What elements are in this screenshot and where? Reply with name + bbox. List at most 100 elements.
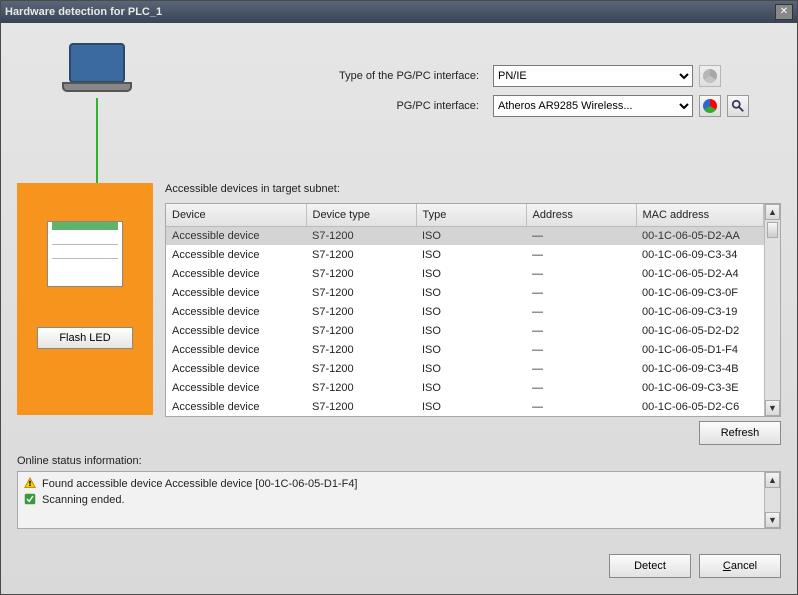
interface-form: Type of the PG/PC interface: PN/IE PG/PC… (177, 35, 781, 183)
color-circle-icon (703, 99, 717, 113)
table-cell: — (526, 378, 636, 397)
titlebar: Hardware detection for PLC_1 ✕ (1, 1, 797, 23)
table-cell: ISO (416, 245, 526, 264)
col-device-type[interactable]: Device type (306, 204, 416, 226)
table-cell: ISO (416, 359, 526, 378)
refresh-button[interactable]: Refresh (699, 421, 781, 445)
wire-icon (96, 98, 98, 183)
table-cell: Accessible device (166, 378, 306, 397)
table-cell: 00-1C-06-05-D2-AA (636, 226, 764, 245)
table-cell: 00-1C-06-09-C3-19 (636, 302, 764, 321)
table-cell: 00-1C-06-05-D1-F4 (636, 340, 764, 359)
cancel-button[interactable]: Cancel (699, 554, 781, 578)
table-cell: 00-1C-06-05-D2-D2 (636, 321, 764, 340)
devices-caption: Accessible devices in target subnet: (165, 183, 781, 195)
table-cell: Accessible device (166, 283, 306, 302)
table-cell: 00-1C-06-05-D2-C6 (636, 397, 764, 416)
status-text: Found accessible device Accessible devic… (42, 478, 358, 490)
check-icon (24, 493, 36, 508)
devices-table-area: Accessible devices in target subnet: Dev… (165, 183, 781, 445)
table-cell: ISO (416, 378, 526, 397)
table-cell: Accessible device (166, 245, 306, 264)
table-cell: S7-1200 (306, 340, 416, 359)
table-cell: S7-1200 (306, 397, 416, 416)
mid-row: Flash LED Accessible devices in target s… (17, 183, 781, 445)
table-cell: S7-1200 (306, 321, 416, 340)
table-cell: ISO (416, 264, 526, 283)
table-cell: S7-1200 (306, 302, 416, 321)
table-row[interactable]: Accessible deviceS7-1200ISO—00-1C-06-05-… (166, 264, 764, 283)
table-cell: — (526, 321, 636, 340)
warning-icon (24, 477, 36, 492)
pgpc-type-select[interactable]: PN/IE (493, 65, 693, 87)
detect-button[interactable]: Detect (609, 554, 691, 578)
table-cell: ISO (416, 397, 526, 416)
scroll-down-icon[interactable]: ▼ (765, 512, 780, 528)
table-row[interactable]: Accessible deviceS7-1200ISO—00-1C-06-09-… (166, 378, 764, 397)
scroll-up-icon[interactable]: ▲ (765, 472, 780, 488)
table-row[interactable]: Accessible deviceS7-1200ISO—00-1C-06-09-… (166, 359, 764, 378)
table-cell: — (526, 226, 636, 245)
table-cell: — (526, 283, 636, 302)
table-cell: S7-1200 (306, 378, 416, 397)
table-cell: S7-1200 (306, 226, 416, 245)
table-cell: Accessible device (166, 340, 306, 359)
pgpc-type-label: Type of the PG/PC interface: (177, 70, 487, 82)
table-row[interactable]: Accessible deviceS7-1200ISO—00-1C-06-05-… (166, 321, 764, 340)
table-cell: ISO (416, 340, 526, 359)
col-type[interactable]: Type (416, 204, 526, 226)
pgpc-type-info-button (699, 65, 721, 87)
pgpc-iface-info-button[interactable] (699, 95, 721, 117)
pgpc-iface-label: PG/PC interface: (177, 100, 487, 112)
status-section: Online status information: Found accessi… (17, 455, 781, 529)
table-row[interactable]: Accessible deviceS7-1200ISO—00-1C-06-09-… (166, 283, 764, 302)
table-cell: 00-1C-06-09-C3-0F (636, 283, 764, 302)
table-cell: S7-1200 (306, 359, 416, 378)
table-cell: S7-1200 (306, 264, 416, 283)
flash-led-button[interactable]: Flash LED (37, 327, 133, 349)
table-cell: 00-1C-06-09-C3-4B (636, 359, 764, 378)
top-row: Type of the PG/PC interface: PN/IE PG/PC… (17, 35, 781, 183)
table-cell: — (526, 397, 636, 416)
laptop-icon (62, 43, 132, 98)
color-circle-icon (703, 69, 717, 83)
status-line: Found accessible device Accessible devic… (24, 476, 758, 492)
devices-table[interactable]: Device Device type Type Address MAC addr… (166, 204, 764, 416)
content-area: Type of the PG/PC interface: PN/IE PG/PC… (1, 23, 797, 554)
status-scrollbar[interactable]: ▲ ▼ (764, 472, 780, 528)
scroll-up-icon[interactable]: ▲ (765, 204, 780, 220)
pgpc-iface-select[interactable]: Atheros AR9285 Wireless... (493, 95, 693, 117)
table-cell: 00-1C-06-05-D2-A4 (636, 264, 764, 283)
table-cell: ISO (416, 302, 526, 321)
table-header-row: Device Device type Type Address MAC addr… (166, 204, 764, 226)
table-row[interactable]: Accessible deviceS7-1200ISO—00-1C-06-05-… (166, 340, 764, 359)
table-cell: — (526, 340, 636, 359)
pgpc-iface-search-button[interactable] (727, 95, 749, 117)
close-button[interactable]: ✕ (775, 4, 793, 20)
table-cell: ISO (416, 283, 526, 302)
table-cell: 00-1C-06-09-C3-3E (636, 378, 764, 397)
table-cell: Accessible device (166, 264, 306, 283)
table-cell: — (526, 264, 636, 283)
table-row[interactable]: Accessible deviceS7-1200ISO—00-1C-06-09-… (166, 245, 764, 264)
col-address[interactable]: Address (526, 204, 636, 226)
table-row[interactable]: Accessible deviceS7-1200ISO—00-1C-06-05-… (166, 397, 764, 416)
table-row[interactable]: Accessible deviceS7-1200ISO—00-1C-06-05-… (166, 226, 764, 245)
table-row[interactable]: Accessible deviceS7-1200ISO—00-1C-06-09-… (166, 302, 764, 321)
table-cell: Accessible device (166, 302, 306, 321)
table-cell: — (526, 359, 636, 378)
table-cell: Accessible device (166, 397, 306, 416)
table-cell: Accessible device (166, 359, 306, 378)
table-cell: Accessible device (166, 321, 306, 340)
table-cell: Accessible device (166, 226, 306, 245)
col-mac[interactable]: MAC address (636, 204, 764, 226)
table-scrollbar[interactable]: ▲ ▼ (764, 204, 780, 416)
connection-graphic (17, 35, 177, 183)
table-cell: — (526, 245, 636, 264)
table-cell: — (526, 302, 636, 321)
device-panel: Flash LED (17, 183, 153, 415)
scroll-thumb[interactable] (767, 222, 778, 238)
scroll-down-icon[interactable]: ▼ (765, 400, 780, 416)
col-device[interactable]: Device (166, 204, 306, 226)
dialog-footer: Detect Cancel (1, 554, 797, 594)
